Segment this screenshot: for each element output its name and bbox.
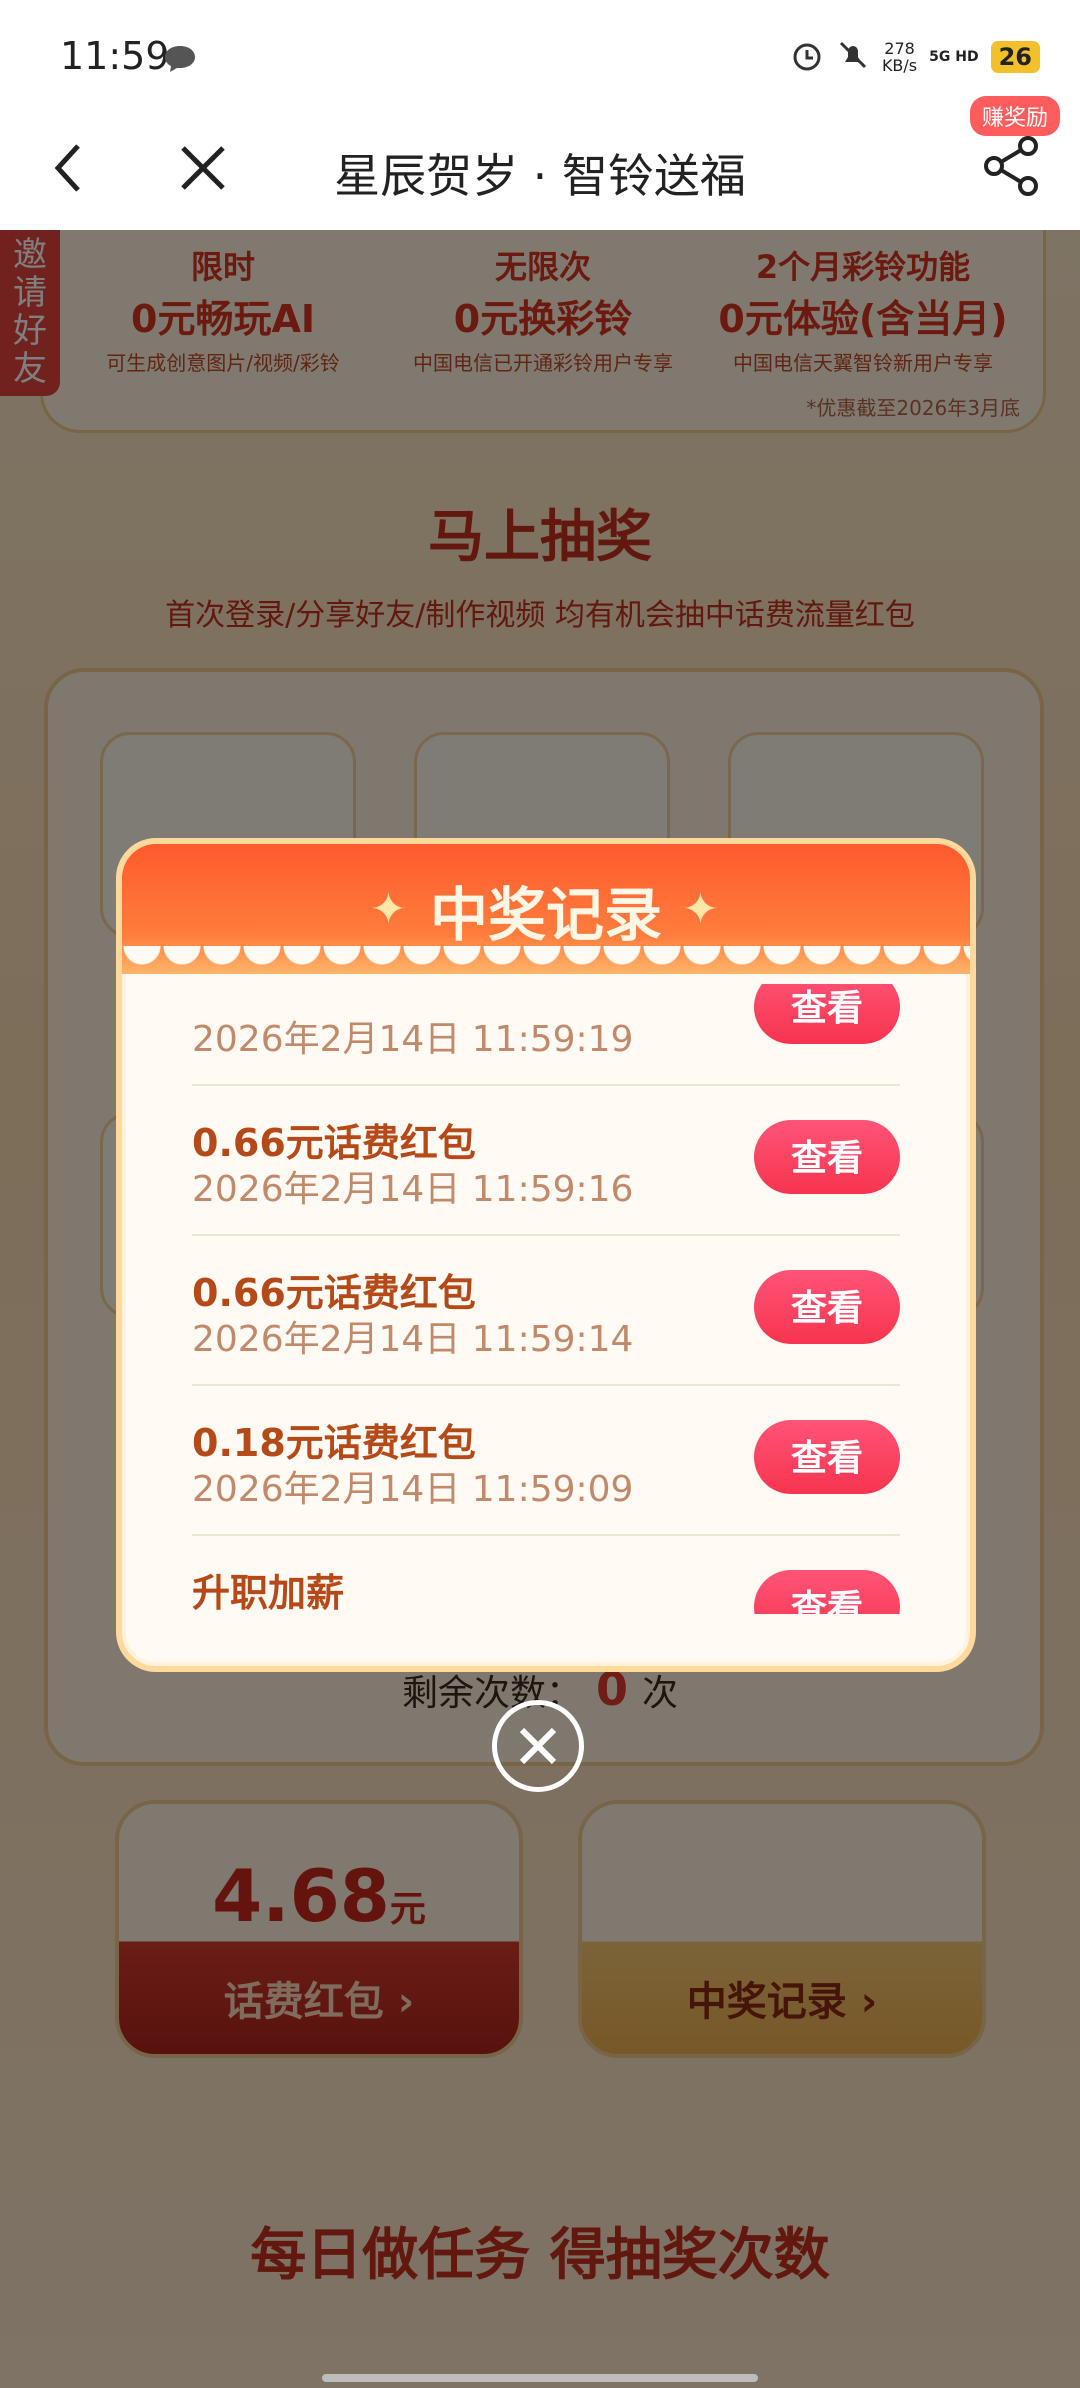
view-button[interactable]: 查看 (754, 1120, 900, 1194)
status-bar: 11:59 278 KB/s 5G HD 26 (0, 0, 1080, 118)
view-button[interactable]: 查看 (754, 1420, 900, 1494)
list-item: 0.66元话费红包 2026年2月14日 11:59:16 查看 (192, 1084, 900, 1236)
alarm-icon (790, 38, 824, 76)
view-button[interactable]: 查看 (754, 984, 900, 1044)
view-button[interactable]: 查看 (754, 1570, 900, 1614)
modal-close-icon[interactable] (492, 1700, 584, 1792)
records-modal: ✦ ✦ 中奖记录 2026年2月14日 11:59:19 查看 0.66元话费红… (116, 838, 976, 1672)
home-indicator[interactable] (322, 2374, 758, 2382)
mute-icon (836, 38, 870, 76)
records-list[interactable]: 2026年2月14日 11:59:19 查看 0.66元话费红包 2026年2月… (192, 984, 900, 1614)
modal-title: 中奖记录 (429, 881, 662, 949)
view-button[interactable]: 查看 (754, 1270, 900, 1344)
nav-bar: 星辰贺岁 · 智铃送福 (0, 118, 1080, 231)
signal-indicator: 5G HD (929, 49, 979, 65)
status-time: 11:59 (60, 34, 170, 78)
share-icon[interactable] (980, 134, 1044, 202)
list-item: 0.18元话费红包 2026年2月14日 11:59:09 查看 (192, 1384, 900, 1536)
battery-indicator: 26 (990, 41, 1040, 73)
list-item: 升职加薪 查看 (192, 1534, 900, 1614)
list-item: 0.66元话费红包 2026年2月14日 11:59:14 查看 (192, 1234, 900, 1386)
message-icon (163, 44, 197, 78)
reward-badge[interactable]: 赚奖励 (970, 96, 1061, 136)
page-title: 星辰贺岁 · 智铃送福 (334, 149, 746, 203)
net-speed: 278 KB/s (881, 39, 918, 75)
list-item: 2026年2月14日 11:59:19 查看 (192, 984, 900, 1086)
